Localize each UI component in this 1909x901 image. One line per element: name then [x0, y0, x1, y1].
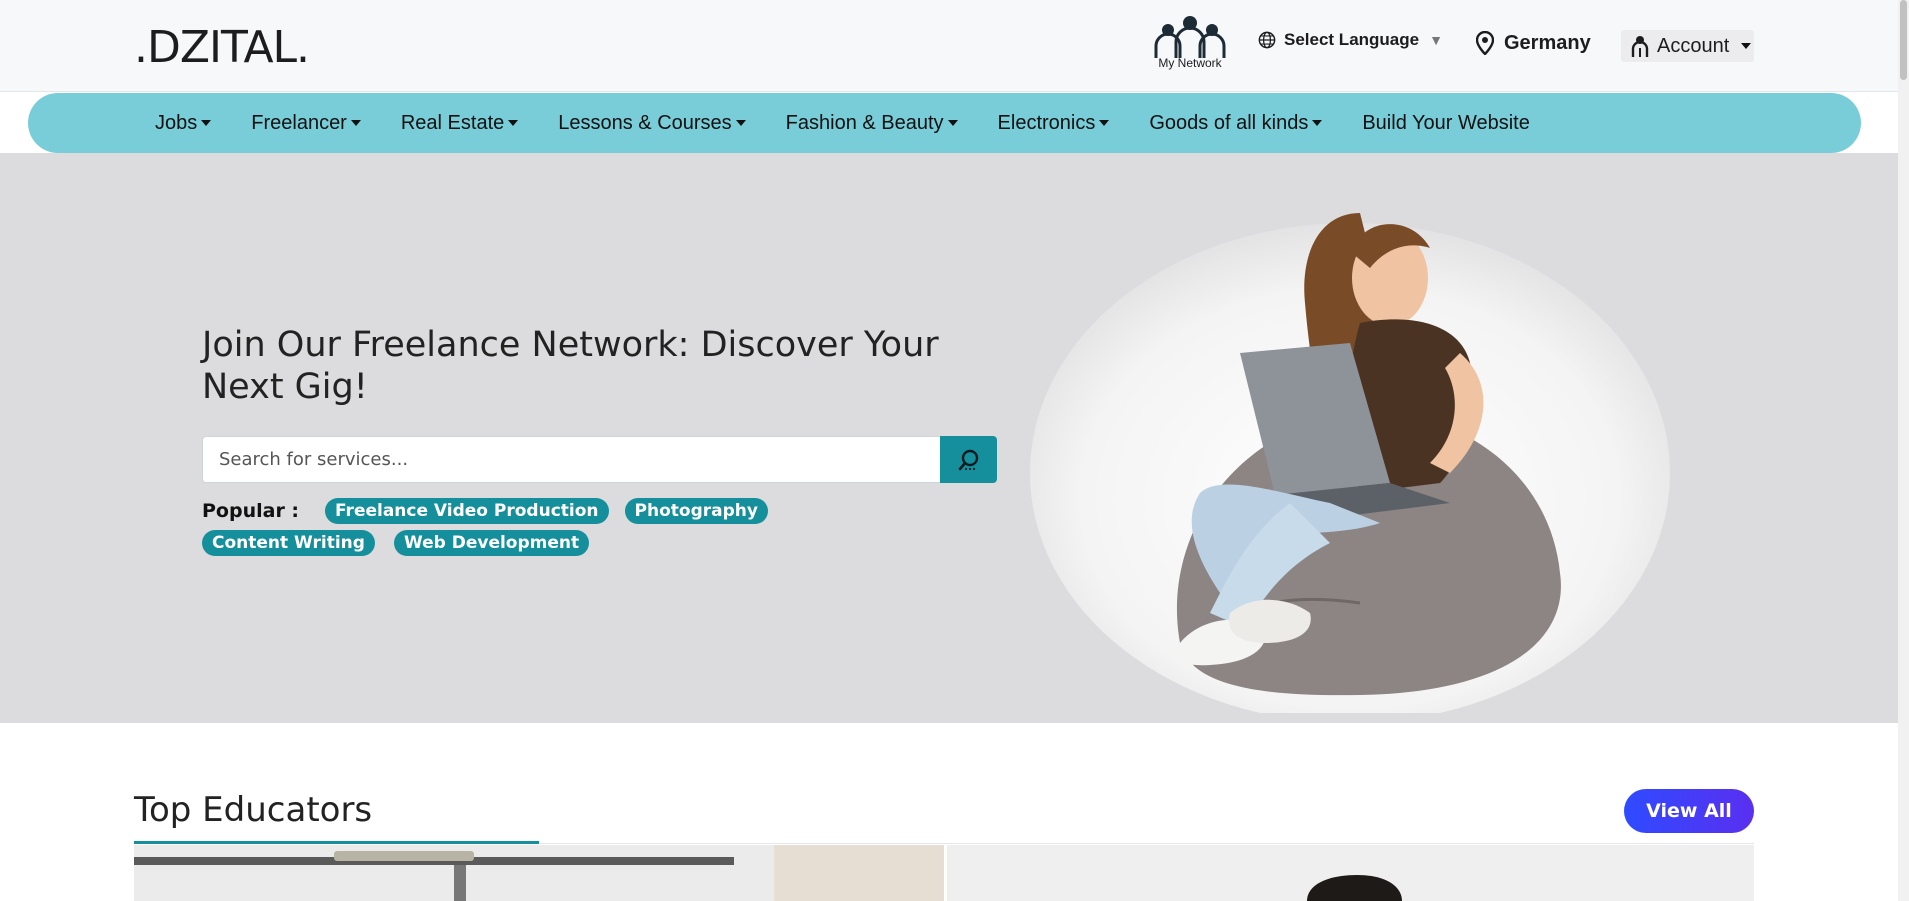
nav-item-jobs[interactable]: Jobs: [155, 112, 212, 135]
caret-down-icon: [508, 120, 519, 126]
my-network-link[interactable]: My Network: [1150, 14, 1230, 74]
caret-down-icon: [1741, 43, 1752, 49]
caret-down-icon: [1312, 120, 1323, 126]
user-icon: [1631, 36, 1649, 57]
popular-tag[interactable]: Web Development: [393, 530, 590, 556]
educator-photo: [947, 845, 1754, 901]
caret-down-icon: [201, 120, 212, 126]
popular-tag[interactable]: Photography: [624, 498, 768, 524]
search-button[interactable]: [940, 436, 997, 483]
nav-item-lessons-courses[interactable]: Lessons & Courses: [558, 112, 746, 135]
view-all-button[interactable]: View All: [1624, 789, 1754, 833]
nav-item-real-estate[interactable]: Real Estate: [401, 112, 519, 135]
people-network-icon: [1154, 16, 1226, 58]
popular-label: Popular :: [202, 500, 300, 522]
search-icon: [958, 449, 978, 470]
caret-down-icon: [735, 120, 746, 126]
nav-item-goods[interactable]: Goods of all kinds: [1149, 112, 1323, 135]
category-navbar: Jobs Freelancer Real Estate Lessons & Co…: [28, 93, 1861, 153]
account-dropdown[interactable]: Account: [1621, 30, 1754, 62]
location-label: Germany: [1504, 31, 1591, 54]
hero-banner: Join Our Freelance Network: Discover You…: [0, 153, 1898, 723]
caret-down-icon: [350, 120, 361, 126]
search-input[interactable]: [202, 436, 940, 483]
scrollbar-thumb[interactable]: [1900, 0, 1907, 80]
educator-card[interactable]: [134, 845, 944, 901]
caret-down-icon: [947, 120, 958, 126]
language-label: Select Language: [1284, 30, 1420, 49]
language-selector[interactable]: Select Language ▼: [1258, 30, 1443, 50]
nav-item-freelancer[interactable]: Freelancer: [251, 112, 361, 135]
section-title: Top Educators: [134, 790, 373, 830]
nav-item-build-website[interactable]: Build Your Website: [1362, 112, 1530, 135]
hero-illustration: [1030, 213, 1670, 713]
popular-tag[interactable]: Content Writing: [202, 530, 375, 556]
brand-logo[interactable]: .DZITAL.: [134, 22, 310, 73]
hero-title: Join Our Freelance Network: Discover You…: [202, 325, 939, 407]
location-selector[interactable]: Germany: [1476, 31, 1591, 55]
my-network-label: My Network: [1158, 56, 1222, 70]
nav-item-fashion-beauty[interactable]: Fashion & Beauty: [786, 112, 958, 135]
caret-down-icon: [1099, 120, 1110, 126]
popular-tags: Popular : Freelance Video Production Pho…: [202, 498, 902, 556]
section-underline: [134, 841, 539, 844]
nav-item-electronics[interactable]: Electronics: [998, 112, 1110, 135]
page-scrollbar[interactable]: [1898, 0, 1909, 901]
section-divider: [539, 843, 1754, 844]
top-header: .DZITAL. My Network Select Language ▼ Ge…: [0, 0, 1898, 92]
educator-photo: [134, 845, 944, 901]
account-label: Account: [1657, 34, 1730, 57]
educator-card[interactable]: [947, 845, 1754, 901]
caret-down-icon: ▼: [1429, 32, 1443, 48]
service-search: [202, 436, 997, 483]
map-pin-icon: [1476, 31, 1494, 55]
globe-icon: [1258, 31, 1276, 49]
popular-tag[interactable]: Freelance Video Production: [325, 498, 609, 524]
